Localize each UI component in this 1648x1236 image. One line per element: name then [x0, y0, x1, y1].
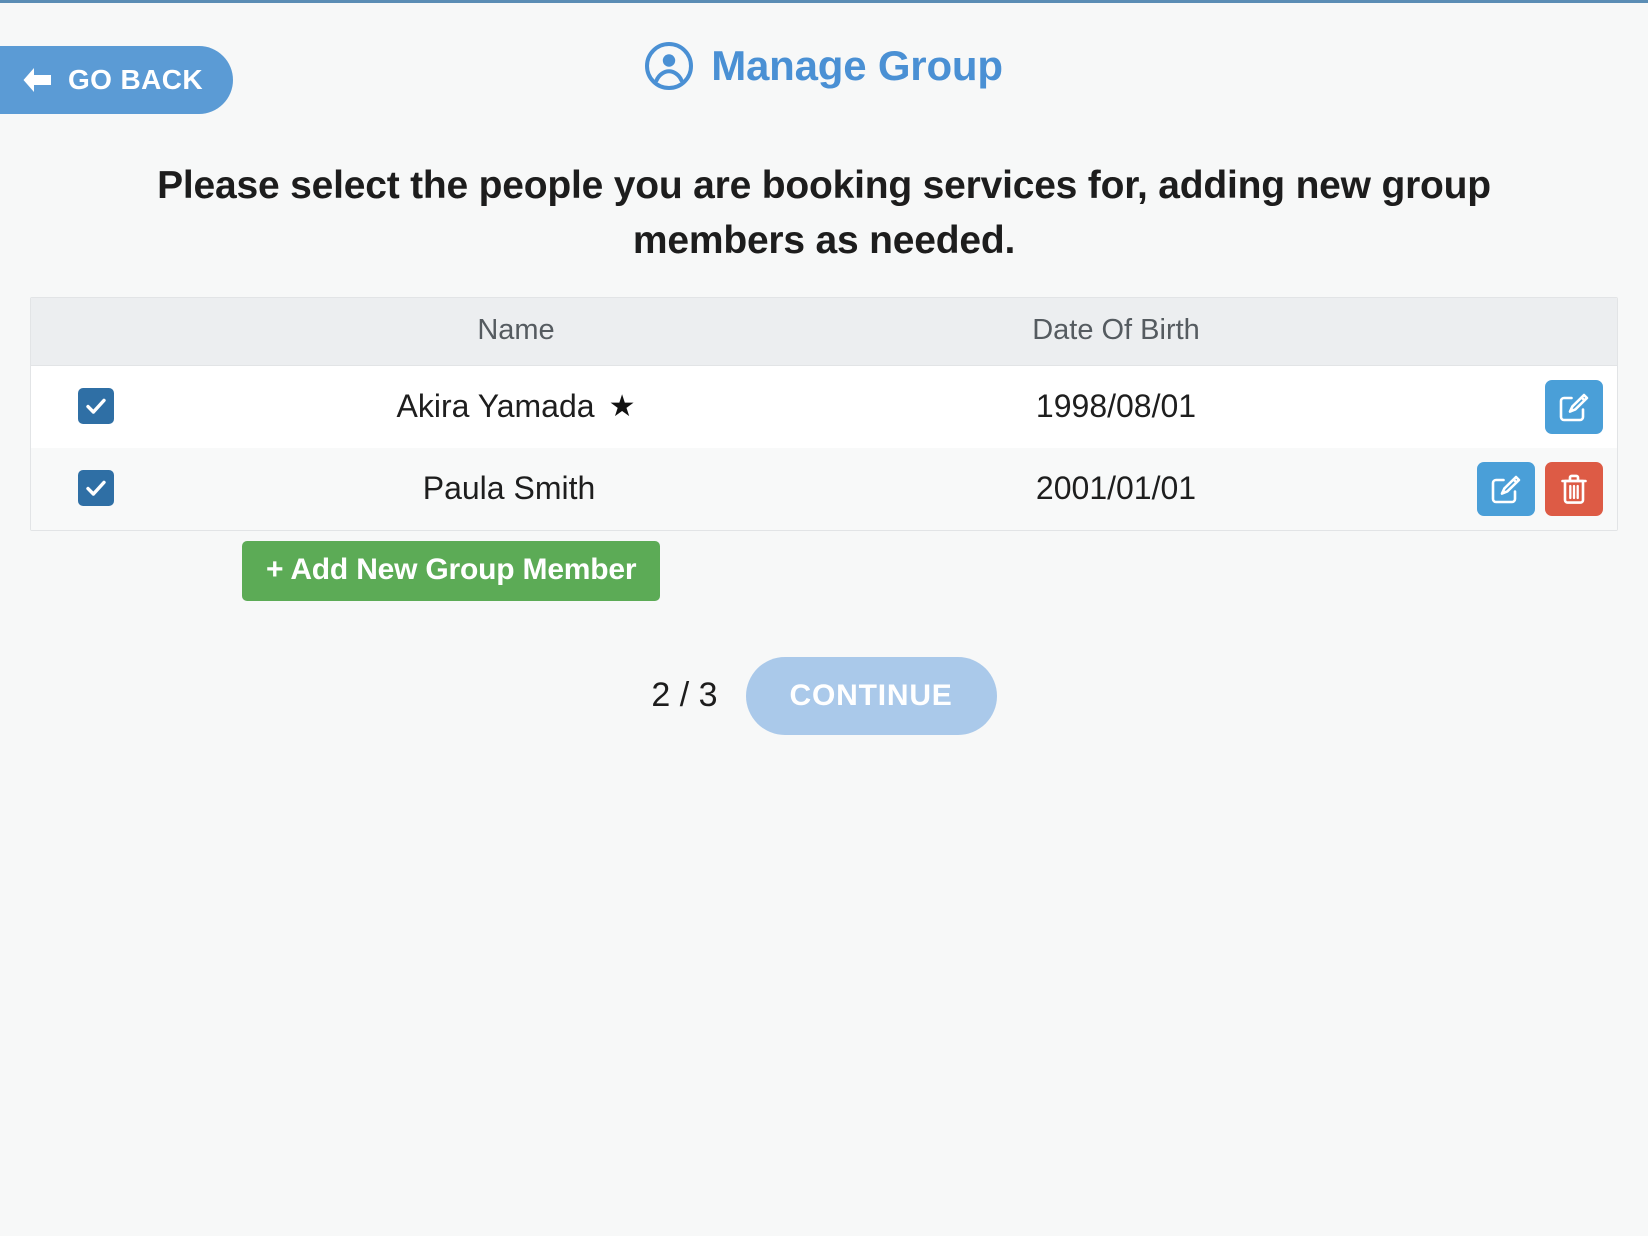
table-header-row: Name Date Of Birth	[31, 297, 1617, 366]
column-header-select	[31, 297, 161, 366]
trash-icon	[1561, 474, 1587, 504]
column-header-actions	[1361, 297, 1617, 366]
row-select-cell	[31, 365, 161, 448]
instructions-text: Please select the people you are booking…	[157, 164, 1491, 263]
column-header-dob: Date Of Birth	[871, 297, 1361, 366]
edit-member-button[interactable]	[1545, 379, 1603, 434]
row-dob-cell: 1998/08/01	[871, 365, 1361, 448]
column-header-name: Name	[161, 297, 871, 366]
edit-pencil-icon	[1559, 393, 1589, 422]
wizard-footer: 2 / 3 CONTINUE	[0, 656, 1648, 735]
page-header: GO BACK Manage Group	[0, 0, 1648, 140]
check-icon	[86, 398, 106, 414]
add-new-group-member-button[interactable]: + Add New Group Member	[242, 540, 661, 601]
page-title-text: Manage Group	[711, 42, 1003, 89]
edit-member-button[interactable]	[1477, 461, 1535, 516]
step-counter: 2 / 3	[651, 676, 718, 715]
add-member-row: + Add New Group Member	[30, 540, 1618, 601]
table-row: Akira Yamada ★ 1998/08/01	[31, 365, 1617, 448]
delete-member-button[interactable]	[1545, 461, 1603, 516]
group-members-table: Name Date Of Birth Akira Yamada ★ 1998/0…	[30, 296, 1618, 531]
primary-member-star-icon: ★	[608, 389, 636, 423]
page-title: Manage Group	[0, 42, 1648, 90]
row-name-cell: Paula Smith	[161, 447, 871, 530]
member-name: Akira Yamada	[396, 388, 595, 425]
row-actions-cell	[1361, 447, 1617, 530]
row-actions-cell	[1361, 365, 1617, 448]
check-icon	[86, 480, 106, 496]
continue-button[interactable]: CONTINUE	[745, 656, 997, 735]
member-checkbox[interactable]	[78, 387, 114, 424]
row-dob-cell: 2001/01/01	[871, 447, 1361, 530]
table-row: Paula Smith 2001/01/01	[31, 447, 1617, 530]
member-checkbox[interactable]	[78, 469, 114, 506]
edit-pencil-icon	[1491, 475, 1521, 504]
row-name-cell: Akira Yamada ★	[161, 365, 871, 448]
member-name: Paula Smith	[422, 470, 596, 507]
user-circle-icon	[645, 42, 694, 90]
row-select-cell	[31, 447, 161, 530]
